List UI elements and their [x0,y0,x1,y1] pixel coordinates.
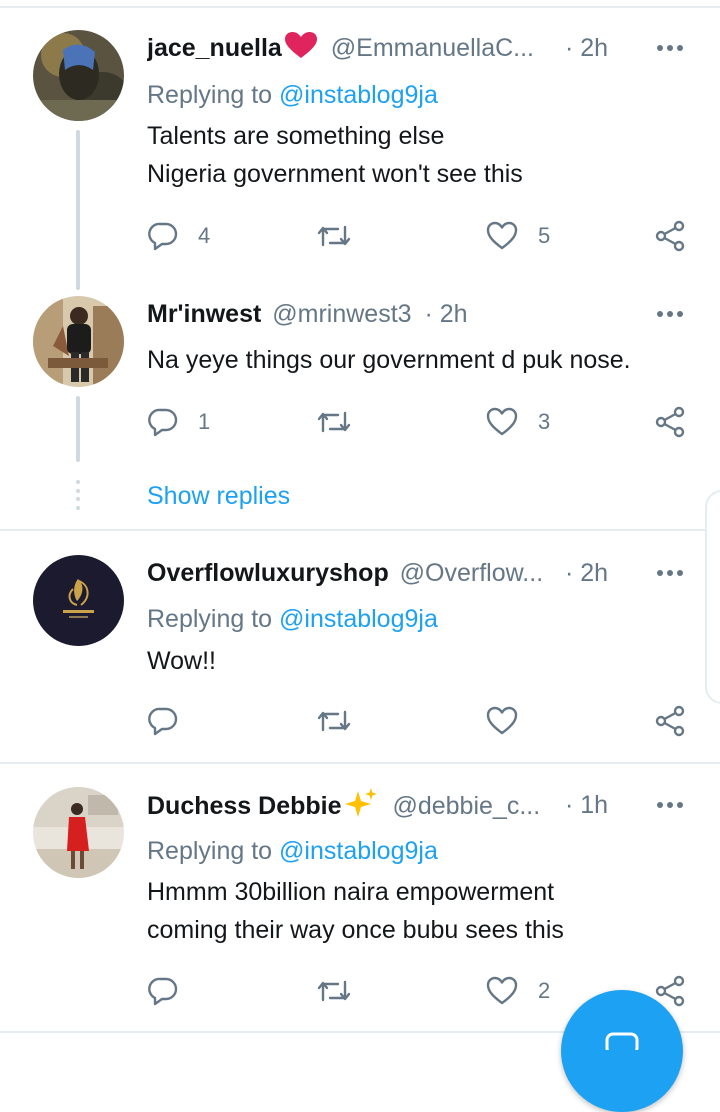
reply-button[interactable] [148,975,198,1007]
replying-to-label: Replying to [147,605,280,633]
replying-to: Replying to @instablog9ja [147,77,438,113]
tweet-4[interactable]: Duchess Debbie @debbie_c... · 1h Replyin… [0,787,720,1017]
tweet-text-line: Na yeye things our government d puk nose… [147,346,631,374]
compose-icon [605,1032,639,1050]
user-handle[interactable]: @mrinwest3 [272,300,411,328]
tweet-header: Overflowluxuryshop @Overflow... [147,555,610,591]
display-name[interactable]: jace_nuella [147,34,282,62]
avatar[interactable] [33,787,124,878]
like-button[interactable]: 2 [486,975,550,1007]
replying-to-link[interactable]: @instablog9ja [279,81,438,109]
reply-icon [148,707,178,736]
share-button[interactable] [654,220,686,252]
timestamp[interactable]: · 2h [565,30,608,66]
display-name[interactable]: Duchess Debbie [147,792,342,820]
like-button[interactable]: 5 [486,220,550,252]
more-icon[interactable] [653,34,687,62]
like-button[interactable] [486,705,538,737]
heart-emoji-icon [284,31,318,66]
display-name[interactable]: Mr'inwest [147,300,261,328]
avatar[interactable] [33,555,124,646]
thread-line [76,130,80,290]
sparkles-emoji-icon [344,787,378,823]
tweet-3[interactable]: Overflowluxuryshop @Overflow... · 2h Rep… [0,555,720,755]
like-button[interactable]: 3 [486,406,550,438]
side-panel-edge [705,490,720,704]
tweet-1[interactable]: jace_nuella @EmmanuellaC... · 2h Replyin… [0,30,720,290]
thread-line [76,396,80,462]
user-handle[interactable]: @debbie_c... [392,792,540,820]
user-handle[interactable]: @Overflow... [400,559,543,587]
user-handle[interactable]: @EmmanuellaC... [331,34,534,62]
more-icon[interactable] [653,791,687,819]
retweet-icon [317,225,351,247]
display-name[interactable]: Overflowluxuryshop [147,559,389,587]
thread-continuation-dots [76,480,80,510]
compose-button[interactable] [561,990,683,1112]
timestamp[interactable]: · 2h [565,555,608,591]
replying-to-label: Replying to [147,837,280,865]
like-icon [486,976,518,1005]
like-count: 3 [538,409,551,434]
tweet-text-line: Nigeria government won't see this [147,160,523,188]
divider [0,529,720,531]
top-divider [0,6,720,8]
tweet-header: jace_nuella @EmmanuellaC... [147,30,610,66]
retweet-icon [317,411,351,433]
tweet-text-line: Talents are something else [147,122,445,150]
tweet-text: Wow!! [147,642,707,680]
avatar[interactable] [33,296,124,387]
replying-to: Replying to @instablog9ja [147,833,438,869]
like-icon [486,407,518,436]
retweet-button[interactable] [316,406,372,438]
like-count: 2 [538,978,551,1003]
reply-count: 1 [198,409,211,434]
reply-icon [148,408,178,437]
like-icon [486,221,518,250]
replying-to-link[interactable]: @instablog9ja [279,605,438,633]
tweet-text: Hmmm 30billion naira empowerment coming … [147,873,707,949]
tweet-2[interactable]: Mr'inwest @mrinwest3 · 2h Na yeye things… [0,296,720,516]
timestamp[interactable]: · 2h [425,300,468,328]
avatar[interactable] [33,30,124,121]
reply-icon [148,977,178,1006]
retweet-button[interactable] [316,975,372,1007]
share-button[interactable] [654,705,686,737]
like-count: 5 [538,223,551,248]
reply-button[interactable]: 1 [148,406,210,438]
more-icon[interactable] [653,300,687,328]
share-icon [655,406,685,438]
retweet-icon [317,980,351,1002]
tweet-text: Na yeye things our government d puk nose… [147,341,707,379]
reply-count: 4 [198,223,211,248]
retweet-button[interactable] [316,705,372,737]
tweet-text-line: coming their way once bubu sees this [147,916,564,944]
more-icon[interactable] [653,559,687,587]
reply-button[interactable] [148,705,198,737]
show-replies-link[interactable]: Show replies [147,478,290,514]
tweet-text: Talents are something else Nigeria gover… [147,117,707,193]
share-icon [655,705,685,737]
replying-to-link[interactable]: @instablog9ja [279,837,438,865]
retweet-button[interactable] [316,220,372,252]
timestamp[interactable]: · 1h [565,787,608,823]
tweet-text-line: Hmmm 30billion naira empowerment [147,878,555,906]
share-icon [655,220,685,252]
replying-to: Replying to @instablog9ja [147,601,438,637]
reply-button[interactable]: 4 [148,220,210,252]
replying-to-label: Replying to [147,81,280,109]
tweet-header: Duchess Debbie @debbie_c... [147,787,610,823]
divider [0,762,720,764]
like-icon [486,706,518,735]
reply-icon [148,222,178,251]
tweet-text-line: Wow!! [147,647,216,675]
share-button[interactable] [654,406,686,438]
tweet-header: Mr'inwest @mrinwest3 · 2h [147,296,700,332]
retweet-icon [317,710,351,732]
